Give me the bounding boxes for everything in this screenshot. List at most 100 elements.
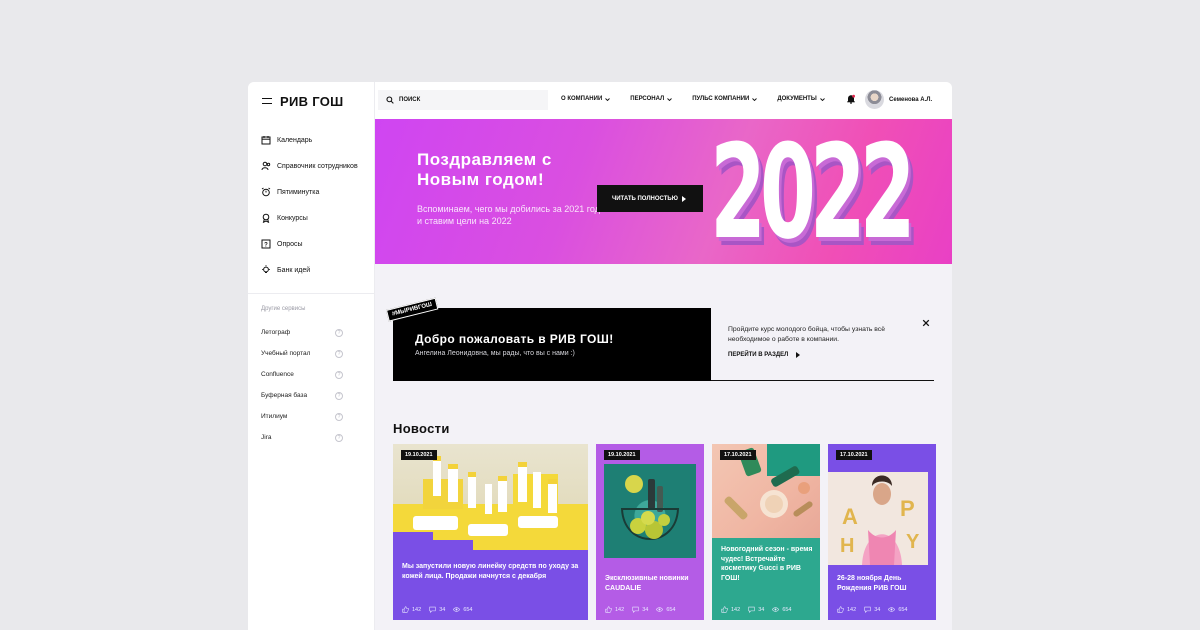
- news-caption: Эксклюзивные новинки CAUDALIE: [605, 575, 689, 592]
- news-card[interactable]: 17.10.2021 Новогодний сезон - время чуде…: [712, 444, 820, 620]
- news-stats: 142 34 654: [402, 606, 481, 613]
- news-date: 17.10.2021: [836, 450, 872, 460]
- sidebar-item-calendar[interactable]: Календарь: [261, 127, 358, 153]
- sidebar-item-label: Банк идей: [277, 266, 311, 274]
- svg-text:P: P: [900, 496, 915, 521]
- services-list: Летограф? Учебный портал? Confluence? Бу…: [261, 322, 343, 448]
- chevron-down-icon: [605, 97, 611, 101]
- news-image: [604, 464, 696, 558]
- sidebar-item-directory[interactable]: Справочник сотрудников: [261, 153, 358, 179]
- comments-stat[interactable]: 34: [632, 606, 648, 613]
- menu-label: ПУЛЬС КОМПАНИИ: [692, 96, 750, 102]
- views-stat: 654: [772, 606, 792, 613]
- svg-text:?: ?: [264, 242, 268, 248]
- avatar[interactable]: [865, 90, 884, 109]
- go-to-section-label: ПЕРЕЙТИ В РАЗДЕЛ: [728, 352, 789, 358]
- sidebar-item-label: Пятиминутка: [277, 188, 320, 196]
- top-menu: О КОМПАНИИ ПЕРСОНАЛ ПУЛЬС КОМПАНИИ ДОКУМ…: [561, 96, 845, 102]
- read-more-label: ЧИТАТЬ ПОЛНОСТЬЮ: [612, 195, 678, 202]
- comment-icon: [864, 606, 871, 613]
- views-count: 654: [463, 606, 473, 613]
- menu-staff[interactable]: ПЕРСОНАЛ: [630, 96, 673, 102]
- service-item[interactable]: Итилиум?: [261, 406, 343, 427]
- likes-stat[interactable]: 142: [721, 606, 740, 613]
- logo[interactable]: РИВ ГОШ: [280, 94, 344, 109]
- comments-count: 34: [642, 606, 649, 613]
- likes-count: 142: [615, 606, 625, 613]
- user-name[interactable]: Семенова А.Л.: [889, 97, 932, 103]
- sidebar-divider: [248, 293, 375, 294]
- news-card[interactable]: A P H Y 17.10.2021 26-28 ноября День Рож…: [828, 444, 936, 620]
- news-card[interactable]: 19.10.2021 Эксклюзивные новинки CAUDALIE…: [596, 444, 704, 620]
- news-stats: 142 34 654: [721, 606, 800, 613]
- medal-icon: [262, 213, 270, 223]
- search-input[interactable]: ПОИСК: [378, 90, 548, 110]
- sidebar-item-label: Справочник сотрудников: [277, 162, 358, 170]
- welcome-subtitle: Ангелина Леонидовна, мы рады, что вы с н…: [415, 350, 575, 357]
- thumbs-up-icon: [837, 606, 844, 613]
- news-date: 19.10.2021: [401, 450, 437, 460]
- lightbulb-icon: [262, 265, 270, 273]
- menu-documents[interactable]: ДОКУМЕНТЫ: [777, 96, 825, 102]
- bell-icon[interactable]: [846, 94, 856, 104]
- hero-year: 2022: [710, 119, 916, 264]
- hero-banner: 2022 Поздравляем с Новым годом! Вспомина…: [375, 119, 952, 264]
- welcome-dark-panel: Добро пожаловать в РИВ ГОШ! Ангелина Лео…: [393, 308, 711, 381]
- hero-subtitle: Вспоминаем, чего мы добились за 2021 год…: [417, 204, 600, 226]
- sidebar-item-polls[interactable]: ? Опросы: [261, 231, 358, 257]
- sidebar-item-label: Конкурсы: [277, 214, 308, 222]
- question-icon[interactable]: ?: [335, 349, 343, 358]
- hamburger-menu-icon[interactable]: [262, 97, 272, 105]
- menu-pulse[interactable]: ПУЛЬС КОМПАНИИ: [692, 96, 758, 102]
- chevron-down-icon: [752, 97, 758, 101]
- service-item[interactable]: Летограф?: [261, 322, 343, 343]
- views-stat: 654: [656, 606, 676, 613]
- calendar-icon: [261, 136, 271, 145]
- news-caption: Мы запустили новую линейку средств по ух…: [402, 563, 579, 580]
- svg-text:H: H: [840, 535, 854, 557]
- sidebar-item-label: Календарь: [277, 136, 313, 144]
- go-to-section-link[interactable]: ПЕРЕЙТИ В РАЗДЕЛ: [728, 352, 801, 358]
- likes-stat[interactable]: 142: [402, 606, 421, 613]
- comment-icon: [748, 606, 755, 613]
- question-box-icon: ?: [261, 239, 271, 249]
- views-count: 654: [782, 606, 792, 613]
- likes-stat[interactable]: 142: [837, 606, 856, 613]
- service-item[interactable]: Буферная база?: [261, 385, 343, 406]
- menu-about[interactable]: О КОМПАНИИ: [561, 96, 611, 102]
- question-icon[interactable]: ?: [335, 370, 343, 379]
- comments-stat[interactable]: 34: [748, 606, 764, 613]
- sidebar: РИВ ГОШ Календарь Справочник сотрудников…: [248, 82, 375, 630]
- close-button[interactable]: [922, 314, 930, 327]
- service-label: Летограф: [261, 329, 291, 336]
- sidebar-item-five-minute[interactable]: Пятиминутка: [261, 179, 358, 205]
- read-more-button[interactable]: ЧИТАТЬ ПОЛНОСТЬЮ: [597, 185, 703, 212]
- comments-stat[interactable]: 34: [429, 606, 445, 613]
- question-icon[interactable]: ?: [335, 433, 343, 442]
- search-icon: [386, 96, 394, 104]
- service-item[interactable]: Учебный портал?: [261, 343, 343, 364]
- sidebar-item-ideas[interactable]: Банк идей: [261, 257, 358, 283]
- service-label: Confluence: [261, 371, 294, 378]
- news-stats: 142 34 654: [837, 606, 916, 613]
- news-caption: 26-28 ноября День Рождения РИВ ГОШ: [837, 575, 907, 592]
- alarm-clock-icon: [261, 187, 271, 197]
- welcome-text: Пройдите курс молодого бойца, чтобы узна…: [728, 326, 885, 343]
- question-icon[interactable]: ?: [335, 328, 343, 337]
- service-label: Jira: [261, 434, 272, 441]
- comments-stat[interactable]: 34: [864, 606, 880, 613]
- likes-stat[interactable]: 142: [605, 606, 624, 613]
- question-icon[interactable]: ?: [335, 412, 343, 421]
- eye-icon: [656, 607, 664, 612]
- news-image: A P H Y: [828, 444, 936, 565]
- comments-count: 34: [439, 606, 446, 613]
- service-item[interactable]: Confluence?: [261, 364, 343, 385]
- brand: РИВ ГОШ: [262, 93, 344, 109]
- sidebar-item-contests[interactable]: Конкурсы: [261, 205, 358, 231]
- question-icon[interactable]: ?: [335, 391, 343, 400]
- service-item[interactable]: Jira?: [261, 427, 343, 448]
- hero-title: Поздравляем с Новым годом!: [417, 150, 552, 189]
- chevron-down-icon: [667, 97, 673, 101]
- news-card[interactable]: 19.10.2021 Мы запустили новую линейку ср…: [393, 444, 588, 620]
- thumbs-up-icon: [402, 606, 409, 613]
